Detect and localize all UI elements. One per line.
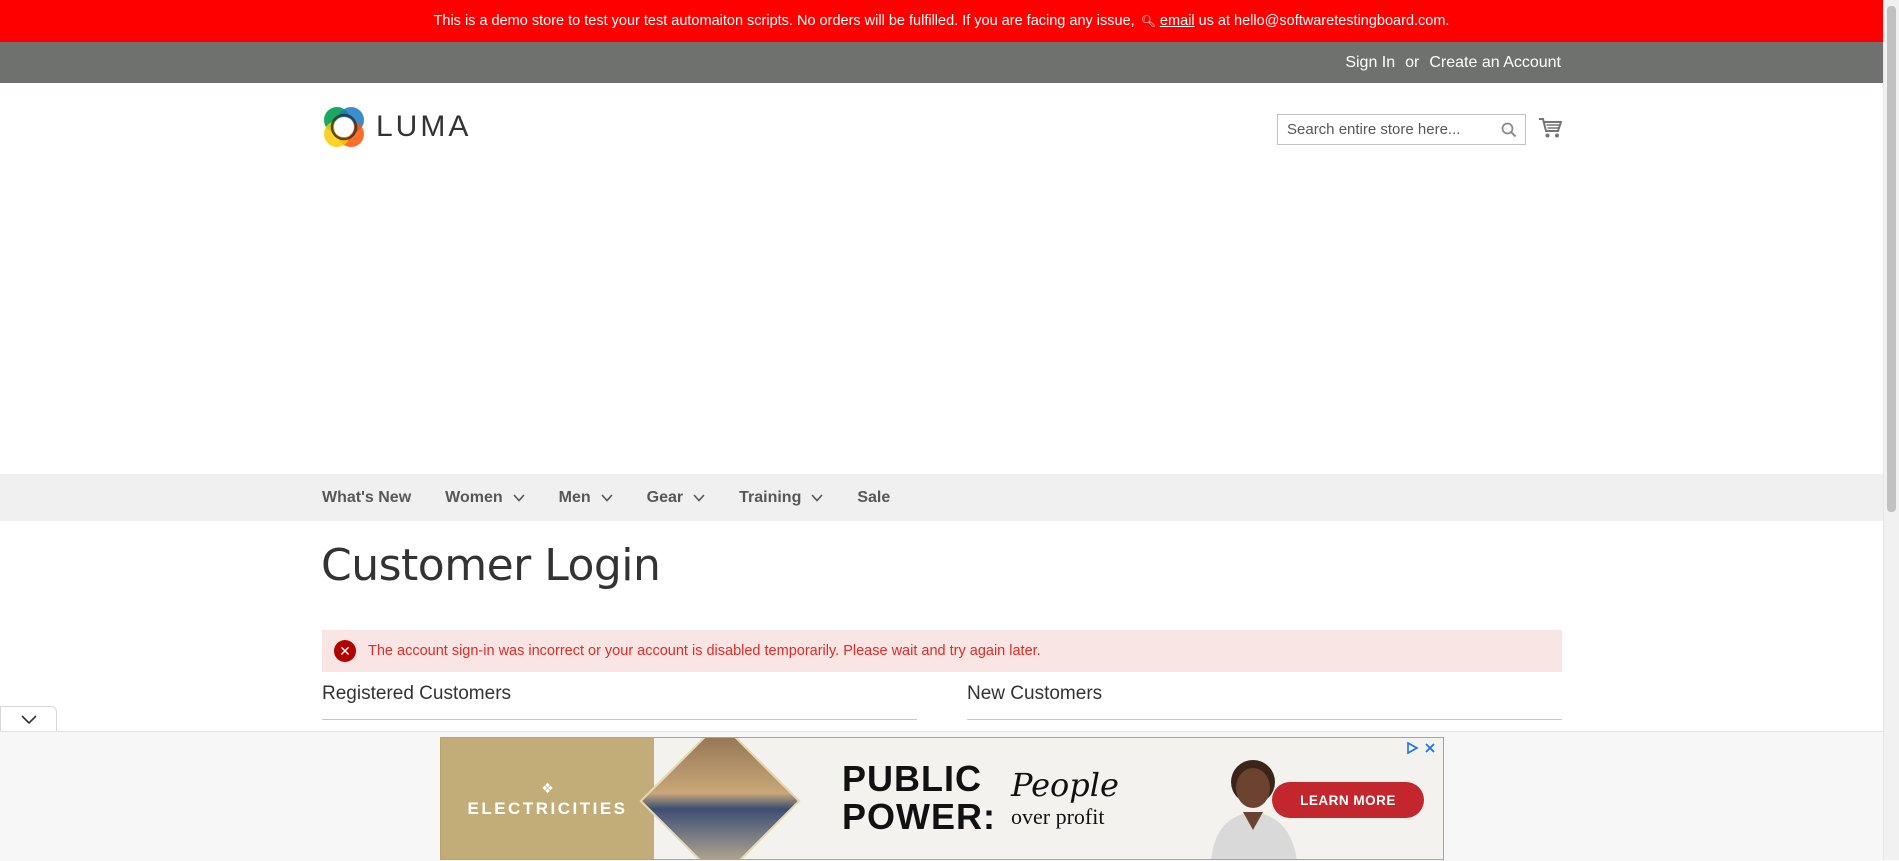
ad-banner[interactable]: ❖ ELECTRICITIES PUBLIC POWER: People ove… xyxy=(440,737,1444,860)
header-panel: Sign In or Create an Account xyxy=(0,42,1883,83)
ad-controls xyxy=(1401,741,1437,755)
demo-notice-text: This is a demo store to test your test a… xyxy=(433,13,1135,29)
demo-notice-bar: This is a demo store to test your test a… xyxy=(0,0,1883,42)
chevron-down-icon xyxy=(811,493,823,502)
key-icon: 🔍︎ xyxy=(1140,14,1156,28)
email-link[interactable]: email xyxy=(1160,13,1195,29)
ad-headline-line2: POWER: xyxy=(842,796,996,837)
create-account-link[interactable]: Create an Account xyxy=(1429,54,1561,72)
nav-item-men[interactable]: Men xyxy=(559,489,613,507)
luma-logo[interactable]: LUMA xyxy=(322,105,471,149)
nav-item-training[interactable]: Training xyxy=(739,489,823,507)
chevron-down-icon xyxy=(513,493,525,502)
logo-text: LUMA xyxy=(376,110,472,143)
scrollbar-thumb[interactable] xyxy=(1887,6,1896,512)
brand-diamond-icon: ❖ xyxy=(541,780,554,796)
nav-item-gear[interactable]: Gear xyxy=(647,489,705,507)
error-message-text: The account sign-in was incorrect or you… xyxy=(368,643,1041,659)
chevron-down-icon xyxy=(21,715,37,725)
search-icon[interactable] xyxy=(1501,122,1517,138)
demo-notice-text-after: us at hello@softwaretestingboard.com. xyxy=(1198,13,1450,29)
learn-more-button[interactable]: LEARN MORE xyxy=(1272,782,1424,818)
ad-headline-line1: PUBLIC xyxy=(842,758,982,799)
nav-items: What's New Women Men Gear Training Sale xyxy=(322,474,924,521)
nav-item-label: What's New xyxy=(322,488,412,506)
error-message: ✕ The account sign-in was incorrect or y… xyxy=(322,630,1562,672)
new-customers-title: New Customers xyxy=(967,683,1562,720)
sign-in-link[interactable]: Sign In xyxy=(1345,54,1395,72)
adchoices-icon[interactable] xyxy=(1405,741,1419,755)
chevron-down-icon xyxy=(693,493,705,502)
search-input[interactable] xyxy=(1278,115,1497,144)
nav-item-label: Sale xyxy=(857,488,891,506)
or-separator: or xyxy=(1405,53,1420,71)
nav-item-sale[interactable]: Sale xyxy=(857,489,890,507)
close-icon[interactable] xyxy=(1423,741,1437,755)
ad-photo xyxy=(639,738,801,859)
header-links: Sign In or Create an Account xyxy=(1345,42,1561,83)
ad-brand-name: ELECTRICITIES xyxy=(467,799,628,818)
main-nav: What's New Women Men Gear Training Sale xyxy=(0,474,1883,521)
ad-brand-panel: ❖ ELECTRICITIES xyxy=(441,738,654,859)
chevron-down-icon xyxy=(601,493,613,502)
registered-customers-title: Registered Customers xyxy=(322,683,917,720)
nav-item-label: Gear xyxy=(646,488,684,506)
nav-item-whats-new[interactable]: What's New xyxy=(322,489,411,507)
luma-logo-icon xyxy=(324,107,364,147)
nav-item-label: Men xyxy=(558,488,591,506)
nav-item-women[interactable]: Women xyxy=(445,488,525,507)
page-scrollbar[interactable] xyxy=(1883,0,1899,860)
nav-item-label: Women xyxy=(445,488,503,506)
ad-tagline-2: over profit xyxy=(1011,804,1105,829)
page-title: Customer Login xyxy=(321,540,661,591)
ad-tagline-1: People xyxy=(1011,766,1119,804)
nav-item-label: Training xyxy=(739,488,802,506)
error-icon: ✕ xyxy=(334,640,356,662)
search-box xyxy=(1277,114,1526,145)
ad-headline: PUBLIC POWER: xyxy=(842,760,996,836)
shopping-cart-icon[interactable] xyxy=(1538,117,1562,139)
ad-collapse-toggle[interactable] xyxy=(0,706,57,731)
